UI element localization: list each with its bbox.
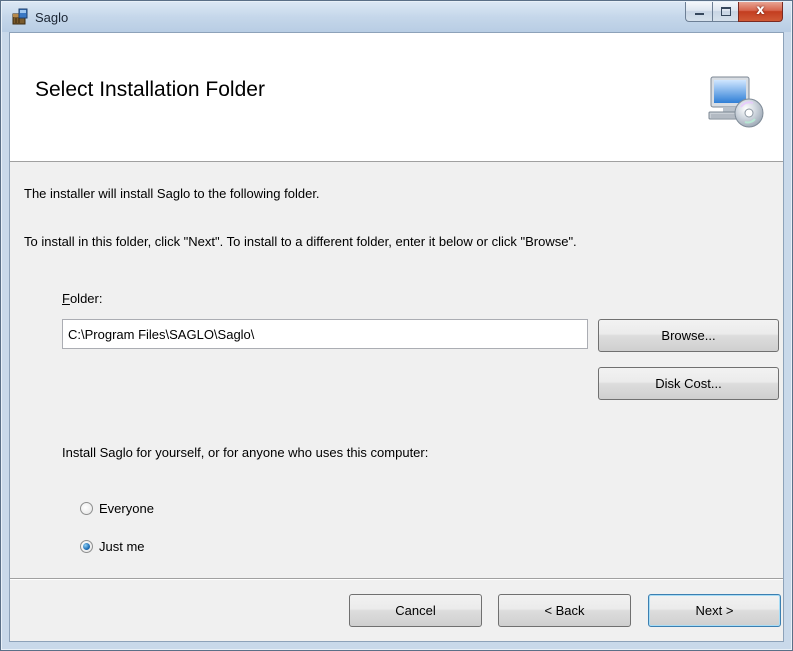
- next-button[interactable]: Next >: [648, 594, 781, 627]
- minimize-icon: [695, 13, 704, 15]
- folder-label-text: older:: [69, 291, 103, 306]
- folder-path-input[interactable]: [62, 319, 588, 349]
- minimize-button[interactable]: [685, 2, 712, 22]
- close-button[interactable]: x: [738, 2, 783, 22]
- radio-just-me[interactable]: Just me: [80, 539, 145, 554]
- dialog-client-area: Select Installation Folder The installer…: [9, 32, 784, 642]
- title-bar[interactable]: Saglo x: [2, 2, 791, 32]
- folder-label: Folder:: [62, 291, 102, 306]
- folder-label-accelerator: F: [62, 291, 70, 306]
- caption-buttons: x: [685, 2, 783, 23]
- page-title: Select Installation Folder: [35, 78, 265, 101]
- radio-just-me-label[interactable]: Just me: [99, 539, 145, 554]
- install-description: The installer will install Saglo to the …: [24, 186, 320, 201]
- radio-just-me-circle[interactable]: [80, 540, 93, 553]
- installer-window: Saglo x Select Installation Folder The i…: [0, 0, 793, 651]
- maximize-icon: [721, 7, 731, 16]
- cancel-button[interactable]: Cancel: [349, 594, 482, 627]
- computer-with-disc-icon: [708, 76, 764, 128]
- radio-everyone[interactable]: Everyone: [80, 501, 154, 516]
- browse-button[interactable]: Browse...: [598, 319, 779, 352]
- install-instructions: To install in this folder, click "Next".…: [24, 234, 577, 249]
- footer-divider-highlight: [10, 579, 783, 580]
- radio-everyone-circle[interactable]: [80, 502, 93, 515]
- install-scope-label: Install Saglo for yourself, or for anyon…: [62, 445, 429, 460]
- back-button[interactable]: < Back: [498, 594, 631, 627]
- disk-cost-button[interactable]: Disk Cost...: [598, 367, 779, 400]
- header-banner: Select Installation Folder: [10, 33, 783, 162]
- radio-everyone-label[interactable]: Everyone: [99, 501, 154, 516]
- close-icon: x: [756, 3, 765, 18]
- window-title: Saglo: [35, 10, 69, 25]
- installer-box-icon: [12, 8, 28, 25]
- maximize-button[interactable]: [712, 2, 738, 22]
